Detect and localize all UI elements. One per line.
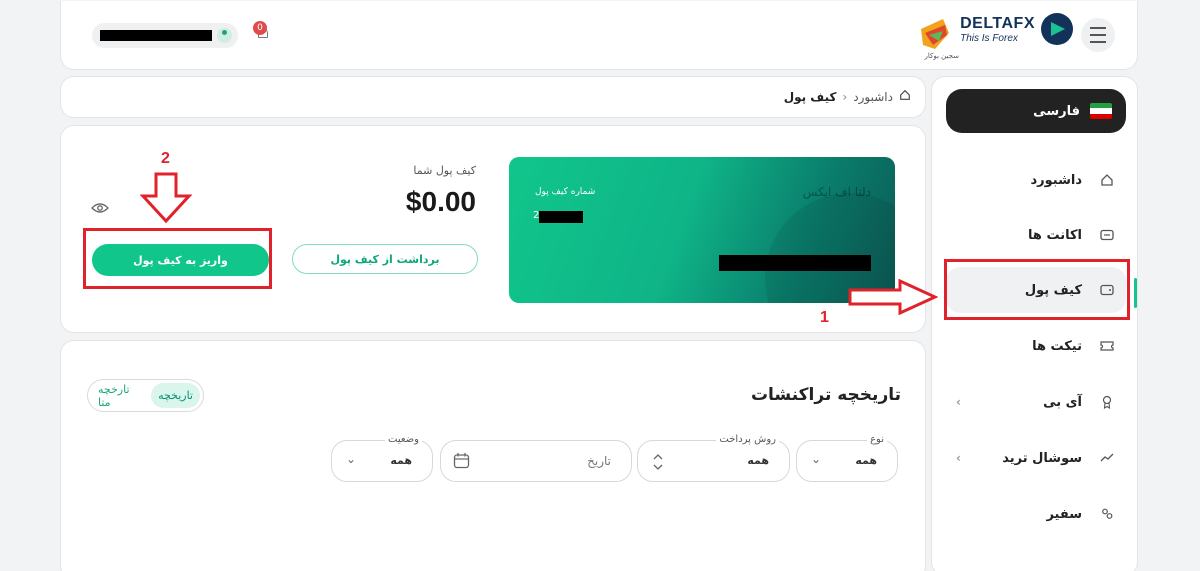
filter-label: روش پرداخت [716, 434, 779, 445]
calendar-icon[interactable] [453, 452, 470, 469]
filter-value: همه [855, 454, 877, 467]
home-icon [1100, 173, 1114, 187]
date-filter[interactable]: تاریخ [440, 440, 632, 482]
annotation-wallet-box [944, 259, 1130, 320]
eye-icon[interactable] [91, 202, 109, 214]
logo-mark-icon [1041, 13, 1073, 45]
logo-name: DELTAFX [960, 14, 1035, 32]
status-filter[interactable]: وضعیت همه ⌄ [331, 434, 433, 482]
history-toggle: تارخچه متا تاریخچه [87, 379, 204, 412]
transactions-panel: تاریخچه تراکنشات تارخچه متا تاریخچه نوع … [60, 340, 926, 571]
balance-value: $0.00 [405, 186, 476, 217]
tab-meta-history[interactable]: تارخچه متا [91, 383, 151, 409]
filter-label: نوع [867, 434, 887, 445]
user-menu[interactable] [92, 23, 238, 48]
sidebar-item-accounts[interactable]: اکانت ها [946, 212, 1126, 258]
sidebar-item-label: تیکت ها [1032, 338, 1082, 354]
card-brand: دلتا اف ایکس [802, 185, 871, 199]
sidebar: فارسی داشبورد اکانت ها کیف پول تیکت ها ‹… [931, 76, 1138, 571]
annotation-deposit-box [83, 228, 272, 289]
users-icon [1100, 507, 1114, 521]
user-avatar-icon [217, 28, 232, 43]
account-icon [1100, 228, 1114, 242]
chevron-down-icon: ⌄ [811, 452, 822, 466]
partner-text: سجین بوکار [924, 52, 959, 60]
balance-label: کیف پول شما [413, 164, 476, 177]
award-icon [1100, 395, 1114, 409]
logo-tagline: This Is Forex [960, 32, 1018, 44]
sidebar-item-ambassador[interactable]: سفیر [946, 491, 1126, 537]
redacted-username [100, 30, 212, 41]
ticket-icon [1100, 339, 1114, 353]
sidebar-item-label: آی بی [1043, 394, 1082, 410]
chevron-left-icon: ‹ [956, 451, 961, 465]
top-header: DELTAFX This Is Forex سجین بوکار 0 [60, 1, 1138, 70]
redacted-wallet-number [539, 211, 583, 223]
trend-icon [1100, 451, 1114, 465]
transactions-title: تاریخچه تراکنشات [750, 385, 901, 405]
sidebar-item-ib[interactable]: ‹ آی بی [946, 379, 1126, 425]
sidebar-item-label: اکانت ها [1028, 227, 1082, 243]
type-filter[interactable]: نوع همه ⌄ [796, 434, 898, 482]
breadcrumb-current: کیف پول [783, 89, 837, 104]
filter-value: همه [390, 454, 412, 467]
wallet-card: دلتا اف ایکس شماره کیف پول 2 [509, 157, 895, 303]
filter-label: وضعیت [385, 434, 422, 445]
sidebar-item-label: داشبورد [1030, 172, 1082, 188]
sidebar-item-social-trade[interactable]: ‹ سوشال ترید [946, 435, 1126, 481]
active-indicator [1134, 278, 1137, 308]
menu-toggle-button[interactable] [1081, 18, 1115, 52]
chevron-down-icon: ⌄ [346, 452, 357, 466]
withdraw-button[interactable]: برداشت از کیف پول [292, 244, 478, 274]
breadcrumb: کیف پول › داشبورد [60, 76, 926, 118]
sidebar-item-tickets[interactable]: تیکت ها [946, 323, 1126, 369]
date-placeholder: تاریخ [587, 454, 611, 468]
annotation-step-1: 1 [820, 309, 829, 326]
breadcrumb-home-link[interactable]: داشبورد [853, 90, 893, 104]
iran-flag-icon [1090, 103, 1112, 119]
redacted-card-holder [719, 255, 871, 271]
annotation-arrow-down-icon [140, 172, 192, 224]
notification-badge: 0 [253, 21, 267, 35]
sidebar-item-label: سوشال ترید [1002, 450, 1082, 466]
language-label: فارسی [1033, 103, 1080, 119]
filter-value: همه [747, 454, 769, 467]
sidebar-item-dashboard[interactable]: داشبورد [946, 157, 1126, 203]
chevron-left-icon: ‹ [956, 395, 961, 409]
tab-history[interactable]: تاریخچه [151, 383, 200, 408]
notification-button[interactable]: 0 [253, 21, 273, 43]
deltafx-logo[interactable]: DELTAFX This Is Forex [960, 13, 1073, 45]
breadcrumb-separator: › [842, 89, 848, 104]
sidebar-item-label: سفیر [1046, 506, 1082, 522]
home-icon[interactable] [899, 89, 911, 104]
wallet-number-label: شماره کیف پول [535, 187, 596, 197]
language-selector[interactable]: فارسی [946, 89, 1126, 133]
payment-method-filter[interactable]: روش پرداخت همه [637, 434, 790, 482]
annotation-arrow-right-icon [848, 279, 938, 315]
annotation-step-2: 2 [161, 150, 170, 167]
sort-icon [653, 454, 663, 470]
